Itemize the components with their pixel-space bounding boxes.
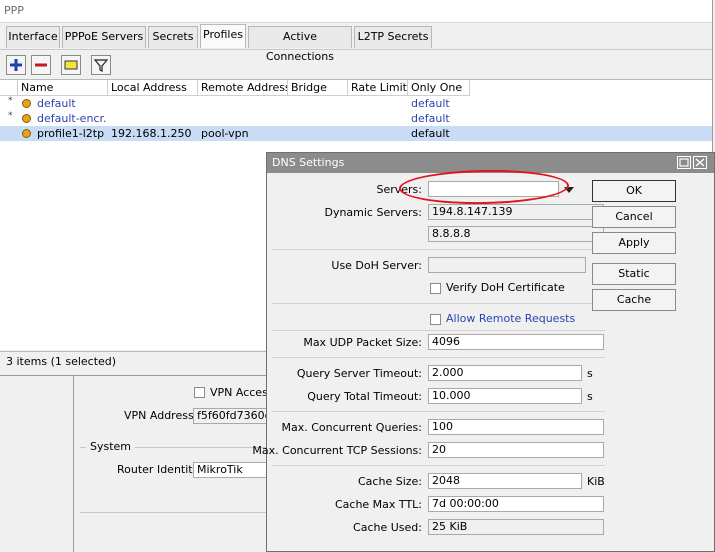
table-row-selected[interactable]: profile1-l2tp 192.168.1.250 pool-vpn def… <box>0 126 712 141</box>
unit-seconds: s <box>587 367 593 380</box>
max-concurrent-tcp-label: Max. Concurrent TCP Sessions: <box>252 444 422 457</box>
column-header-bridge[interactable]: Bridge <box>288 80 348 96</box>
cell-only-one: default <box>411 112 450 125</box>
max-concurrent-queries-label: Max. Concurrent Queries: <box>281 421 422 434</box>
profile-icon <box>22 129 31 138</box>
cell-local-address: 192.168.1.250 <box>111 127 192 140</box>
query-total-timeout-input[interactable]: 10.000 <box>428 388 582 404</box>
column-header-only-one[interactable]: Only One <box>408 80 470 96</box>
toolbar <box>0 49 712 80</box>
maximize-button[interactable] <box>677 156 691 169</box>
max-concurrent-tcp-input[interactable]: 20 <box>428 442 604 458</box>
cell-remote-address: pool-vpn <box>201 127 249 140</box>
section-divider <box>80 512 270 513</box>
tab-interface[interactable]: Interface <box>6 26 60 48</box>
query-server-timeout-input[interactable]: 2.000 <box>428 365 582 381</box>
dns-settings-dialog: DNS Settings Servers: Dynamic Servers: 1… <box>252 152 715 552</box>
profile-icon <box>22 99 31 108</box>
column-header-remote-address[interactable]: Remote Address <box>198 80 288 96</box>
max-udp-input[interactable]: 4096 <box>428 334 604 350</box>
verify-doh-label: Verify DoH Certificate <box>446 281 565 294</box>
status-text: 3 items (1 selected) <box>6 355 117 368</box>
minus-icon <box>35 63 47 67</box>
tab-secrets[interactable]: Secrets <box>148 26 198 48</box>
column-header-local-address[interactable]: Local Address <box>108 80 198 96</box>
tab-bar: Interface PPPoE Servers Secrets Profiles… <box>0 24 712 63</box>
comment-icon <box>64 60 78 70</box>
close-button[interactable] <box>693 156 707 169</box>
column-header-marker <box>0 80 18 96</box>
add-button[interactable] <box>6 55 26 75</box>
cache-max-ttl-label: Cache Max TTL: <box>334 498 422 511</box>
system-section-title: System <box>86 440 136 453</box>
ok-button[interactable]: OK <box>592 180 676 202</box>
router-identity-field[interactable]: MikroTik <box>193 462 268 478</box>
maximize-icon <box>679 158 689 167</box>
tab-active-connections[interactable]: Active Connections <box>248 26 352 63</box>
vpn-access-label: VPN Access <box>210 386 274 399</box>
row-marker: * <box>8 96 13 106</box>
window-titlebar: PPP <box>0 0 712 23</box>
section-divider <box>272 411 605 412</box>
column-header-name[interactable]: Name <box>18 80 108 96</box>
filter-button[interactable] <box>91 55 111 75</box>
table-row[interactable]: * default default <box>0 96 712 111</box>
plus-icon <box>10 59 22 71</box>
allow-remote-checkbox[interactable] <box>430 314 441 325</box>
section-divider <box>272 330 605 331</box>
table-row[interactable]: * default-encr... default <box>0 111 712 126</box>
router-identity-label: Router Identity: <box>117 463 203 476</box>
use-doh-select[interactable] <box>428 257 586 273</box>
window-title: PPP <box>4 4 24 17</box>
query-total-timeout-label: Query Total Timeout: <box>307 390 422 403</box>
vpn-address-label: VPN Address: <box>124 409 198 422</box>
dynamic-server-field: 8.8.8.8 <box>428 226 604 242</box>
use-doh-label: Use DoH Server: <box>331 259 422 272</box>
cancel-button[interactable]: Cancel <box>592 206 676 228</box>
tab-profiles[interactable]: Profiles <box>200 24 246 48</box>
section-divider <box>272 249 605 250</box>
unit-kib: KiB <box>587 475 605 488</box>
row-marker: * <box>8 111 13 121</box>
remove-button[interactable] <box>31 55 51 75</box>
dialog-title: DNS Settings <box>272 156 345 169</box>
tab-pppoe-servers[interactable]: PPPoE Servers <box>62 26 146 48</box>
allow-remote-label: Allow Remote Requests <box>446 312 576 325</box>
unit-seconds: s <box>587 390 593 403</box>
column-header-rate-limit[interactable]: Rate Limit... <box>348 80 408 96</box>
cache-size-input[interactable]: 2048 <box>428 473 582 489</box>
cache-used-field: 25 KiB <box>428 519 604 535</box>
close-icon <box>695 158 705 167</box>
cell-only-one: default <box>411 97 450 110</box>
static-button[interactable]: Static <box>592 263 676 285</box>
section-divider <box>272 357 605 358</box>
section-divider <box>272 303 605 304</box>
cell-name: default-encr... <box>37 112 107 125</box>
verify-doh-checkbox[interactable] <box>430 283 441 294</box>
vpn-address-field[interactable]: f5f60fd7360d.s <box>193 408 268 424</box>
section-divider <box>272 465 605 466</box>
cache-button[interactable]: Cache <box>592 289 676 311</box>
query-server-timeout-label: Query Server Timeout: <box>296 367 422 380</box>
profile-icon <box>22 114 31 123</box>
cache-size-label: Cache Size: <box>358 475 422 488</box>
comment-button[interactable] <box>61 55 81 75</box>
cell-name: profile1-l2tp <box>37 127 105 140</box>
dynamic-servers-label: Dynamic Servers: <box>324 206 422 219</box>
cache-used-label: Cache Used: <box>353 521 422 534</box>
apply-button[interactable]: Apply <box>592 232 676 254</box>
vpn-access-checkbox[interactable] <box>194 387 205 398</box>
cache-max-ttl-input[interactable]: 7d 00:00:00 <box>428 496 604 512</box>
tab-l2tp-secrets[interactable]: L2TP Secrets <box>354 26 432 48</box>
dynamic-server-field: 194.8.147.139 <box>428 204 604 220</box>
max-concurrent-queries-input[interactable]: 100 <box>428 419 604 435</box>
cell-only-one: default <box>411 127 450 140</box>
max-udp-label: Max UDP Packet Size: <box>303 336 422 349</box>
cell-name: default <box>37 97 76 110</box>
filter-icon <box>93 59 109 72</box>
